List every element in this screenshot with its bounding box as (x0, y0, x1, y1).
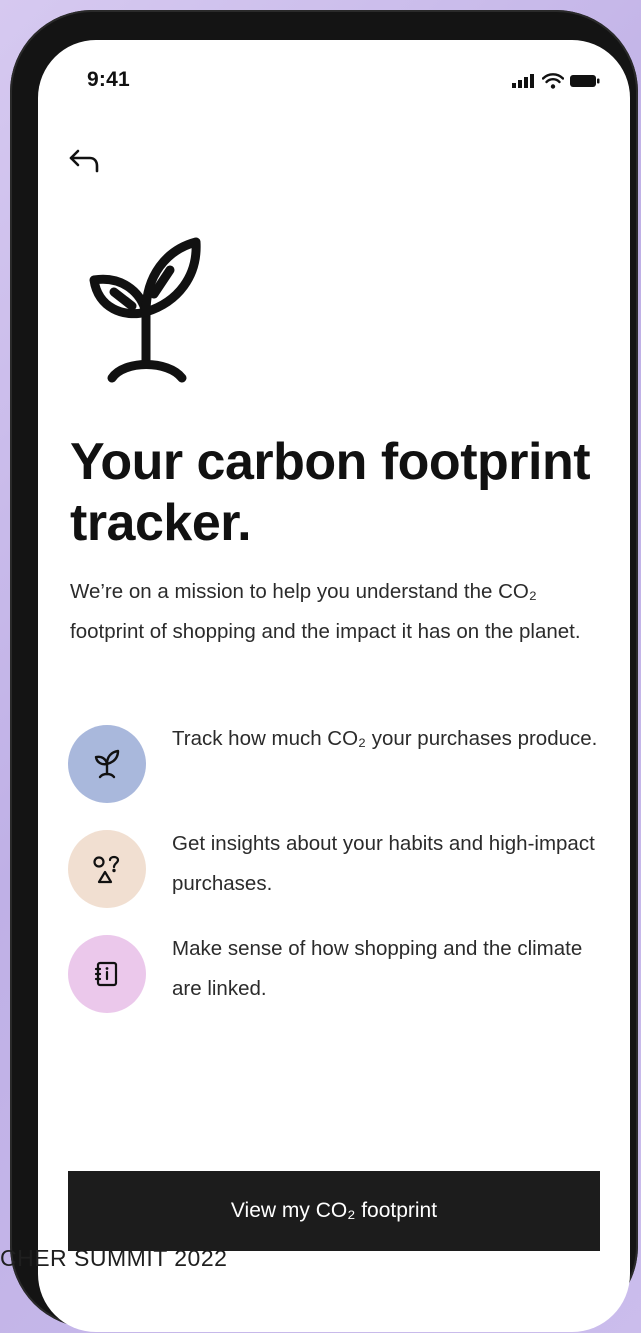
cellular-signal-icon (512, 74, 534, 88)
feature-text: Track how much CO₂ your purchases produc… (172, 727, 598, 750)
page-title: Your carbon footprint tracker. (70, 433, 591, 552)
status-time: 9:41 (87, 68, 130, 91)
feature-text: Get insights about your habits and high-… (172, 832, 595, 895)
view-footprint-button[interactable]: View my CO₂ footprint (68, 1171, 600, 1251)
feature-badge (68, 935, 146, 1013)
status-icons (512, 73, 600, 89)
back-button[interactable] (68, 147, 102, 177)
battery-icon (570, 75, 600, 87)
feature-item-insights: Get insights about your habits and high-… (68, 830, 608, 912)
back-arrow-icon (69, 149, 99, 173)
wifi-icon (542, 73, 564, 89)
feature-text: Make sense of how shopping and the clima… (172, 937, 583, 1000)
intro-text: We’re on a mission to help you understan… (70, 580, 581, 643)
feature-item-learn: Make sense of how shopping and the clima… (68, 935, 608, 1017)
app-screen: 9:41 Your carbon footprint tracker. We’r… (38, 40, 630, 1332)
info-book-icon (94, 961, 118, 987)
watermark-text: CHER SUMMIT 2022 (0, 1245, 228, 1271)
feature-badge (68, 725, 146, 803)
feature-item-track: Track how much CO₂ your purchases produc… (68, 725, 608, 807)
sprout-hero-icon (89, 237, 201, 383)
insights-shapes-icon (93, 855, 120, 884)
phone-frame: 9:41 Your carbon footprint tracker. We’r… (10, 10, 638, 1332)
feature-badge (68, 830, 146, 908)
sprout-icon (94, 749, 120, 779)
